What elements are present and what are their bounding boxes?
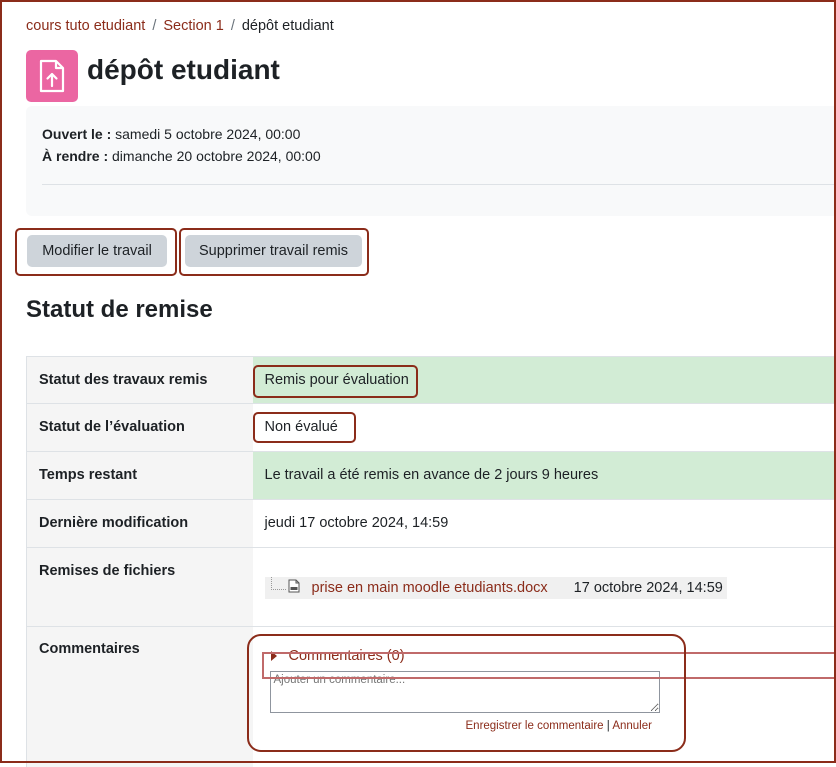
row-label: Remises de fichiers [27,548,253,627]
row-label: Statut de l’évaluation [27,404,253,452]
breadcrumb-section-link[interactable]: Section 1 [163,18,223,34]
page-title: dépôt etudiant [87,50,280,90]
annotation-highlight [247,634,686,752]
table-row: Statut de l’évaluation Non évalué [27,404,836,452]
opened-date: Ouvert le : samedi 5 octobre 2024, 00:00 [42,126,300,142]
annotation-highlight [253,365,418,398]
last-modified-value: jeudi 17 octobre 2024, 14:59 [253,500,836,548]
time-remaining-value: Le travail a été remis en avance de 2 jo… [253,452,836,500]
submitted-file-link[interactable]: prise en main moodle etudiants.docx [312,580,548,596]
file-date: 17 octobre 2024, 14:59 [574,580,723,596]
breadcrumb-current: dépôt etudiant [242,18,334,34]
breadcrumb-separator: / [152,18,156,34]
breadcrumb-course-link[interactable]: cours tuto etudiant [26,18,145,34]
file-submissions-cell: prise en main moodle etudiants.docx 17 o… [253,548,836,627]
divider [42,184,836,185]
file-upload-icon [26,50,78,102]
annotation-highlight [253,412,356,443]
table-row: Remises de fichiers prise en main moodle… [27,548,836,627]
table-row: Dernière modification jeudi 17 octobre 2… [27,500,836,548]
row-label: Statut des travaux remis [27,357,253,404]
due-date: À rendre : dimanche 20 octobre 2024, 00:… [42,148,321,164]
row-label: Commentaires [27,627,253,767]
table-row: Temps restant Le travail a été remis en … [27,452,836,500]
row-label: Dernière modification [27,500,253,548]
opened-date-value: samedi 5 octobre 2024, 00:00 [115,126,300,142]
tree-connector [271,577,286,590]
section-heading: Statut de remise [26,293,213,327]
document-icon [288,579,300,597]
file-item: prise en main moodle etudiants.docx 17 o… [265,577,727,599]
due-date-label: À rendre : [42,148,108,164]
breadcrumb-separator: / [231,18,235,34]
opened-date-label: Ouvert le : [42,126,111,142]
due-date-value: dimanche 20 octobre 2024, 00:00 [112,148,321,164]
row-label: Temps restant [27,452,253,500]
annotation-highlight [15,228,177,276]
breadcrumb: cours tuto etudiant / Section 1 / dépôt etud… [26,18,334,34]
activity-dates: Ouvert le : samedi 5 octobre 2024, 00:00… [26,106,836,216]
table-row: Statut des travaux remis Remis pour éval… [27,357,836,404]
annotation-highlight [179,228,369,276]
